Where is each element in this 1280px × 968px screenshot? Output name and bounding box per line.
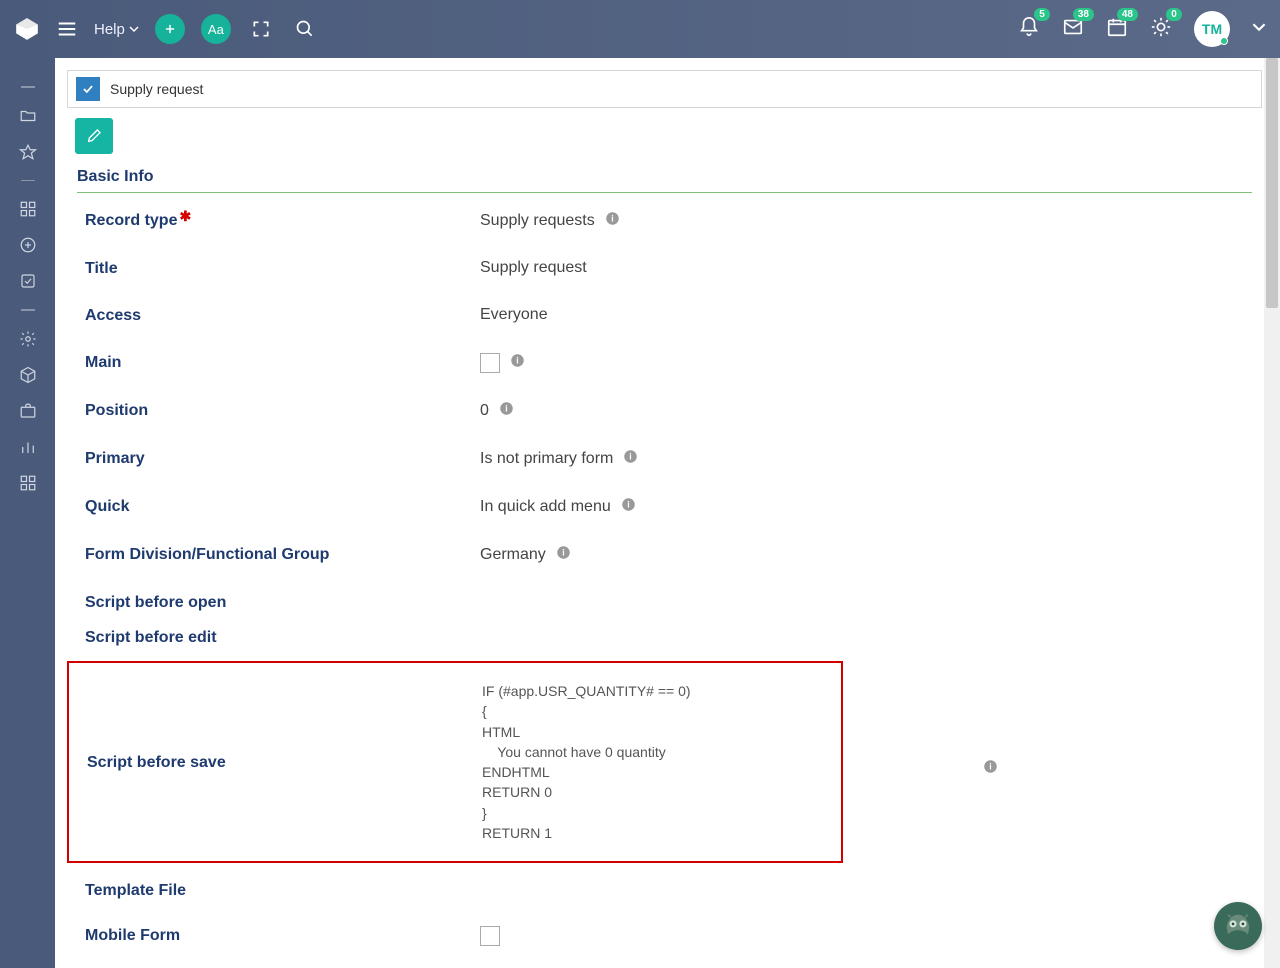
label-division: Form Division/Functional Group <box>85 545 480 564</box>
sidebar-item-briefcase[interactable] <box>12 395 44 427</box>
value-primary: Is not primary form <box>480 450 613 468</box>
sidebar-item-apps[interactable] <box>12 193 44 225</box>
search-button[interactable] <box>291 15 319 43</box>
info-icon[interactable]: i <box>983 759 998 779</box>
info-icon[interactable]: i <box>605 211 620 231</box>
avatar-initials: TM <box>1202 21 1222 37</box>
info-icon[interactable]: i <box>621 497 636 517</box>
presence-dot-icon <box>1220 37 1228 45</box>
info-icon[interactable]: i <box>556 545 571 565</box>
user-menu-chevron-icon[interactable] <box>1252 20 1266 39</box>
calendar-notifications[interactable]: 48 <box>1106 16 1128 43</box>
label-primary: Primary <box>85 449 480 468</box>
sidebar-separator <box>21 86 35 88</box>
svg-text:i: i <box>989 762 991 772</box>
mail-notifications[interactable]: 38 <box>1062 16 1084 43</box>
value-division: Germany <box>480 546 546 564</box>
scrollbar-thumb[interactable] <box>1266 58 1278 308</box>
sidebar-item-add[interactable] <box>12 229 44 261</box>
value-access: Everyone <box>480 306 548 324</box>
section-divider <box>77 192 1252 193</box>
sidebar-item-tasks[interactable] <box>12 265 44 297</box>
svg-text:i: i <box>516 356 518 366</box>
app-logo[interactable] <box>14 16 40 42</box>
label-template-file: Template File <box>85 881 480 900</box>
label-position: Position <box>85 401 480 420</box>
sidebar-item-analytics[interactable] <box>12 431 44 463</box>
sidebar-item-folder[interactable] <box>12 100 44 132</box>
help-menu[interactable]: Help <box>94 21 139 38</box>
checkbox-mobile-form[interactable] <box>480 926 500 946</box>
highlight-box: Script before save IF (#app.USR_QUANTITY… <box>67 661 843 863</box>
value-position: 0 <box>480 402 489 420</box>
label-mobile-form: Mobile Form <box>85 926 480 945</box>
add-button[interactable] <box>155 14 185 44</box>
menu-toggle-icon[interactable] <box>56 18 78 40</box>
checkbox-main[interactable] <box>480 353 500 373</box>
sidebar-separator <box>21 180 35 182</box>
sidebar-item-settings[interactable] <box>12 323 44 355</box>
svg-text:i: i <box>630 452 632 462</box>
sidebar <box>0 58 55 968</box>
edit-button[interactable] <box>75 118 113 154</box>
bell-notifications[interactable]: 5 <box>1018 16 1040 43</box>
info-icon[interactable]: i <box>499 401 514 421</box>
avatar[interactable]: TM <box>1194 11 1230 47</box>
text-size-button[interactable]: Aa <box>201 14 231 44</box>
help-label: Help <box>94 21 125 38</box>
info-icon[interactable]: i <box>510 353 525 373</box>
info-icon[interactable]: i <box>623 449 638 469</box>
sidebar-item-package[interactable] <box>12 359 44 391</box>
chatbot-button[interactable] <box>1214 902 1262 950</box>
check-icon <box>76 77 100 101</box>
required-star-icon: ✱ <box>179 208 191 224</box>
sidebar-separator <box>21 309 35 311</box>
svg-text:i: i <box>505 404 507 414</box>
value-record-type: Supply requests <box>480 212 595 230</box>
sidebar-item-grid[interactable] <box>12 467 44 499</box>
label-record-type: Record type✱ <box>85 211 480 230</box>
theme-toggle[interactable]: 0 <box>1150 16 1172 43</box>
label-quick: Quick <box>85 497 480 516</box>
label-access: Access <box>85 306 480 325</box>
theme-badge: 0 <box>1166 8 1182 21</box>
card-header: Supply request <box>67 70 1262 108</box>
aa-label: Aa <box>208 22 224 37</box>
scrollbar[interactable] <box>1264 58 1280 968</box>
svg-text:i: i <box>562 548 564 558</box>
label-script-edit: Script before edit <box>85 628 480 647</box>
label-title: Title <box>85 259 480 278</box>
svg-text:i: i <box>627 500 629 510</box>
label-script-open: Script before open <box>85 593 480 612</box>
mail-badge: 38 <box>1073 8 1094 21</box>
calendar-badge: 48 <box>1117 8 1138 21</box>
bell-badge: 5 <box>1034 8 1050 21</box>
value-script-save: IF (#app.USR_QUANTITY# == 0) { HTML You … <box>482 681 691 843</box>
value-quick: In quick add menu <box>480 498 611 516</box>
label-script-save: Script before save <box>87 753 482 772</box>
label-main: Main <box>85 353 480 372</box>
section-title: Basic Info <box>67 164 1262 192</box>
sidebar-item-favorites[interactable] <box>12 136 44 168</box>
fullscreen-button[interactable] <box>247 15 275 43</box>
svg-text:i: i <box>611 214 613 224</box>
card-title: Supply request <box>110 81 203 97</box>
value-title: Supply request <box>480 259 587 277</box>
